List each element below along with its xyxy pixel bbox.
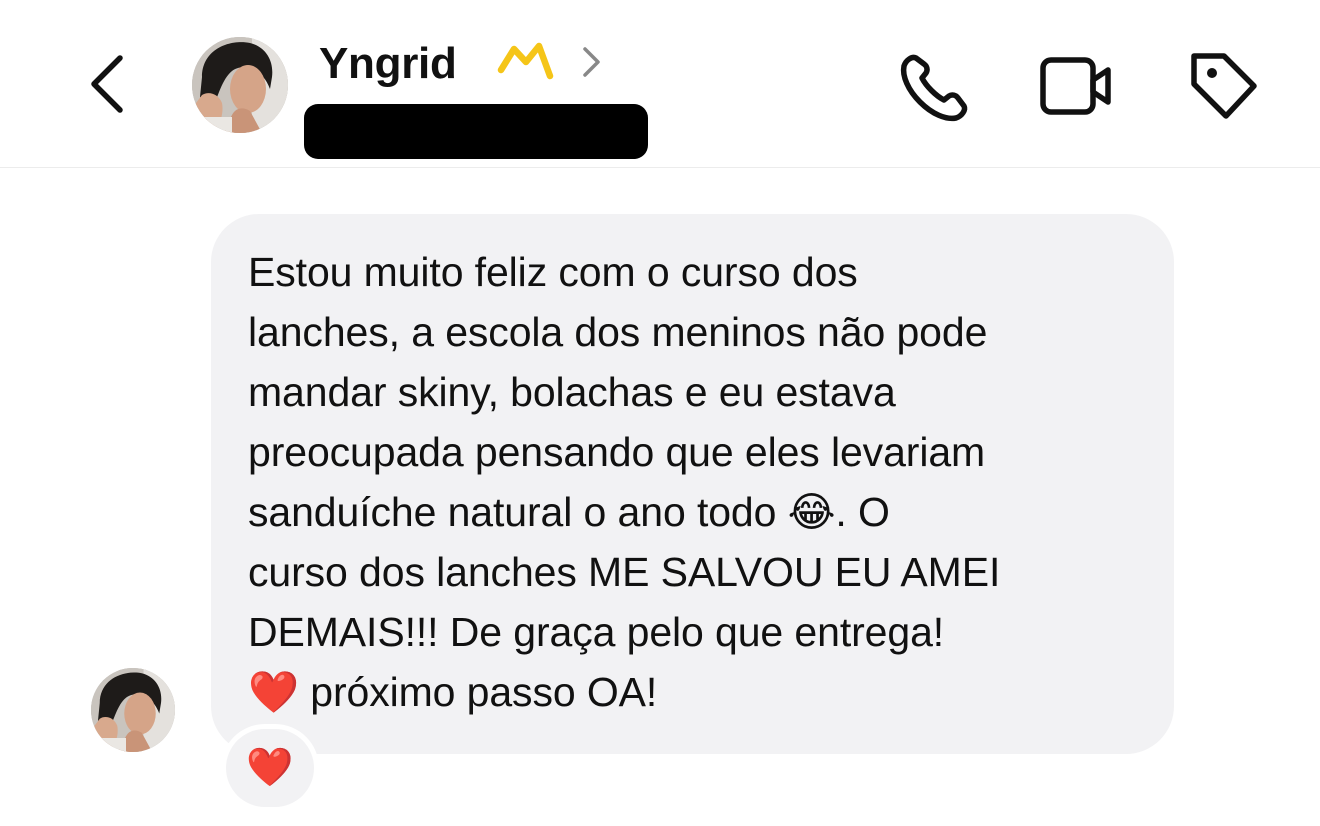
avatar-photo — [192, 37, 288, 133]
message-reaction[interactable]: ❤️ — [226, 729, 314, 807]
crown-icon — [497, 42, 554, 80]
call-button[interactable] — [894, 46, 974, 126]
chevron-left-icon — [91, 55, 123, 113]
label-button[interactable] — [1182, 46, 1262, 126]
back-button[interactable] — [80, 48, 136, 120]
chat-screen: Yngrid Estou muito feliz com o curso dos… — [0, 0, 1320, 826]
message-text: Estou muito feliz com o curso dos lanche… — [248, 249, 1001, 715]
video-camera-icon — [1040, 57, 1111, 115]
phone-icon — [900, 54, 968, 122]
chat-header: Yngrid — [0, 0, 1320, 168]
contact-avatar[interactable] — [192, 37, 288, 133]
chevron-right-icon — [583, 47, 600, 77]
profile-chevron[interactable] — [578, 42, 606, 82]
avatar-photo — [91, 668, 175, 752]
sender-avatar[interactable] — [91, 668, 175, 752]
message-bubble[interactable]: Estou muito feliz com o curso dos lanche… — [211, 214, 1174, 754]
heart-icon: ❤️ — [246, 747, 294, 789]
tag-icon — [1191, 53, 1257, 119]
video-call-button[interactable] — [1036, 46, 1116, 126]
redacted-username — [304, 104, 648, 159]
contact-name[interactable]: Yngrid — [319, 36, 457, 92]
